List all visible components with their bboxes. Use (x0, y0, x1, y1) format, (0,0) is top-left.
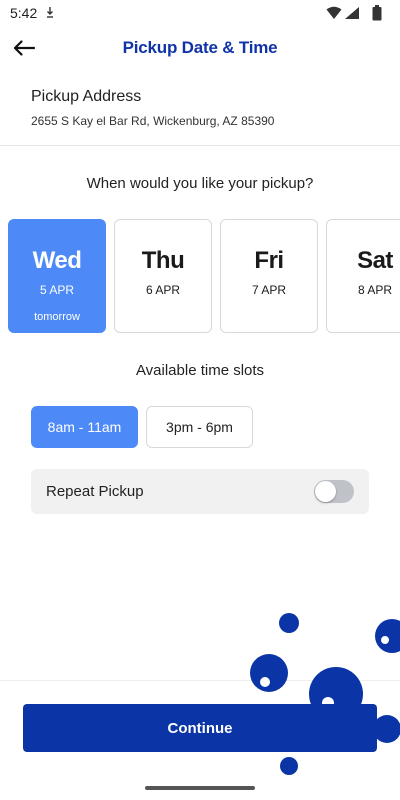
gesture-nav-handle[interactable] (145, 786, 255, 790)
repeat-pickup-toggle[interactable] (314, 480, 354, 503)
pickup-address: Pickup Address 2655 S Kay el Bar Rd, Wic… (31, 88, 274, 128)
date-prompt: When would you like your pickup? (86, 175, 314, 192)
divider (0, 145, 400, 146)
day-note: tomorrow (34, 311, 80, 323)
status-time: 5:42 (10, 5, 38, 21)
address-label: Pickup Address (31, 88, 142, 105)
day-name: Fri (254, 247, 284, 274)
day-date: 8 APR (357, 283, 393, 297)
wifi-icon (326, 6, 342, 19)
app-bar: Pickup Date & Time (0, 28, 400, 68)
day-date: 7 APR (251, 283, 287, 297)
date-card-thu[interactable]: Thu 6 APR (114, 219, 212, 333)
status-bar: 5:42 (0, 0, 400, 28)
time-slot-8am-11am[interactable]: 8am - 11am (31, 406, 138, 448)
page-title: Pickup Date & Time (122, 38, 278, 57)
date-card-wed[interactable]: Wed 5 APR tomorrow (8, 219, 106, 333)
repeat-pickup-row: Repeat Pickup (31, 469, 369, 514)
day-name: Sat (357, 247, 393, 274)
download-icon (47, 7, 53, 18)
battery-icon (372, 5, 382, 21)
day-date: 6 APR (145, 283, 181, 297)
date-card-fri[interactable]: Fri 7 APR (220, 219, 318, 333)
day-date: 5 APR (39, 283, 75, 297)
slots-heading: Available time slots (135, 362, 265, 379)
continue-button[interactable]: Continue (23, 704, 377, 752)
address-value: 2655 S Kay el Bar Rd, Wickenburg, AZ 853… (31, 114, 275, 128)
repeat-pickup-label: Repeat Pickup (46, 483, 144, 500)
date-card-sat[interactable]: Sat 8 APR (326, 219, 400, 333)
time-slot-3pm-6pm[interactable]: 3pm - 6pm (146, 406, 253, 448)
bottom-divider (0, 680, 400, 681)
toggle-knob (315, 481, 336, 502)
day-name: Wed (32, 247, 82, 274)
day-name: Thu (141, 247, 185, 274)
signal-icon (345, 7, 359, 19)
date-selector: Wed 5 APR tomorrow Thu 6 APR Fri 7 APR S… (8, 219, 400, 333)
